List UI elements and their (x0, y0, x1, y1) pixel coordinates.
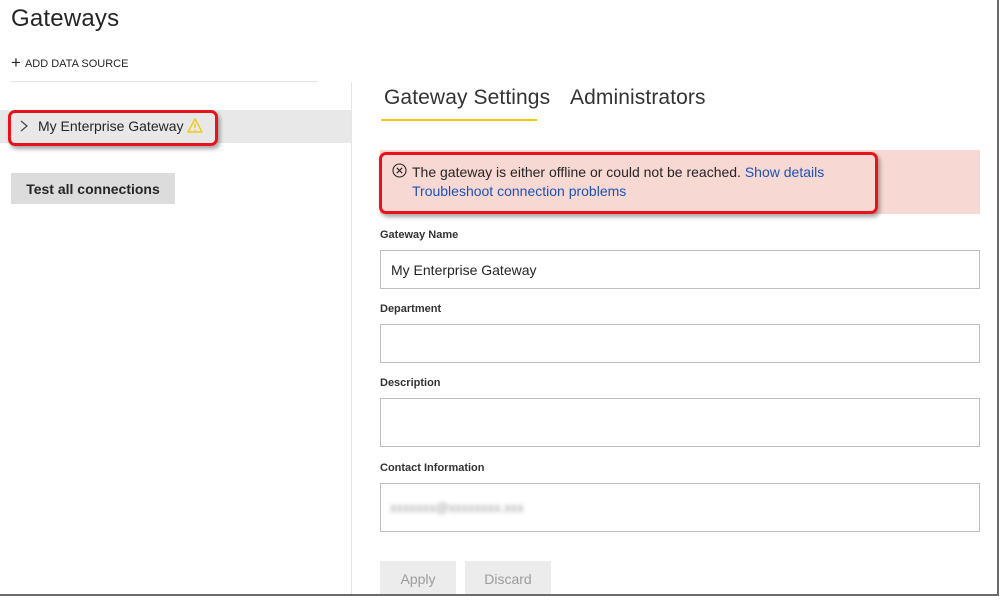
sidebar-divider (11, 81, 318, 82)
contact-information-input[interactable] (380, 483, 980, 532)
apply-button[interactable]: Apply (380, 561, 456, 594)
page-title: Gateways (11, 5, 120, 32)
show-details-link[interactable]: Show details (745, 164, 824, 180)
description-input[interactable] (380, 398, 980, 447)
contact-information-label: Contact Information (380, 462, 485, 474)
description-label: Description (380, 377, 441, 389)
plus-icon: + (11, 53, 21, 72)
gateway-name-input[interactable] (380, 250, 980, 289)
active-tab-indicator (381, 119, 537, 121)
error-banner: The gateway is either offline or could n… (380, 150, 980, 214)
chevron-right-icon[interactable] (19, 119, 29, 133)
warning-triangle-icon (187, 118, 203, 133)
discard-button[interactable]: Discard (465, 561, 551, 594)
error-message-text: The gateway is either offline or could n… (412, 164, 741, 180)
department-label: Department (380, 303, 442, 315)
tab-gateway-settings[interactable]: Gateway Settings (384, 86, 550, 110)
gateway-name-label: Gateway Name (380, 229, 459, 241)
add-data-source-label: ADD DATA SOURCE (24, 58, 129, 70)
error-circle-icon (392, 163, 407, 178)
gateways-page: Gateways + ADD DATA SOURCE My Enterprise… (0, 0, 999, 596)
test-all-connections-button[interactable]: Test all connections (11, 173, 175, 204)
error-message: The gateway is either offline or could n… (412, 164, 824, 180)
add-data-source-button[interactable]: + ADD DATA SOURCE (11, 53, 129, 72)
sidebar-item-gateway[interactable]: My Enterprise Gateway (0, 110, 351, 143)
column-divider (351, 82, 352, 594)
department-input[interactable] (380, 324, 980, 363)
troubleshoot-link[interactable]: Troubleshoot connection problems (412, 183, 626, 199)
gateway-item-label: My Enterprise Gateway (38, 118, 184, 134)
tab-administrators[interactable]: Administrators (570, 86, 706, 110)
